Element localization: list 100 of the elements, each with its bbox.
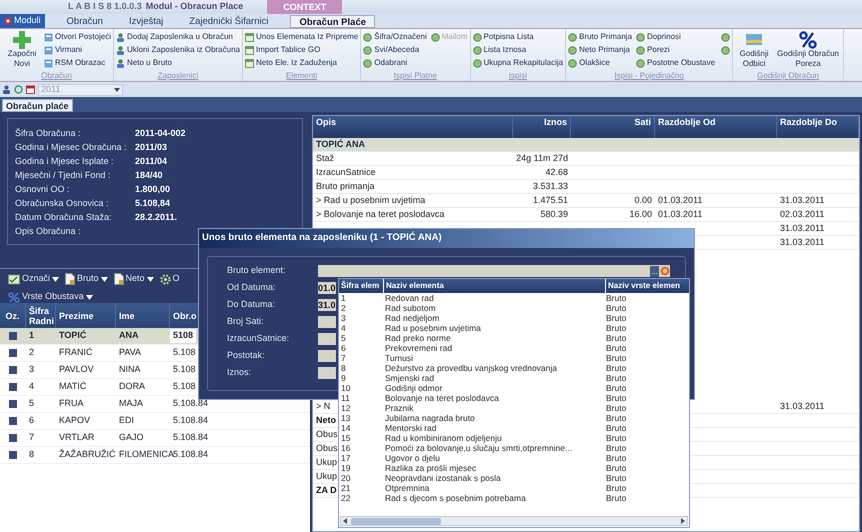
list-row[interactable]: 14 Mentorski rad Bruto (339, 423, 689, 433)
ribbon-button[interactable]: RSM Obrazac (44, 57, 112, 69)
list-row[interactable]: 21 Otpremnina Bruto (339, 483, 689, 493)
toolbar-button[interactable]: Bruto (65, 272, 108, 286)
document-icon (44, 46, 53, 54)
ribbon-button[interactable]: Svi/Abeceda (363, 44, 427, 56)
ribbon-button[interactable]: Dodaj Zaposlenika u Obračun (116, 31, 240, 43)
browse-button[interactable]: ... (650, 266, 659, 276)
menu-tab[interactable]: Obračun Plaće (290, 14, 376, 28)
table-cell-text: FRUA (58, 397, 84, 410)
ribbon-button[interactable]: Porezi (636, 44, 716, 56)
scrollbar[interactable] (340, 516, 688, 526)
group-label: Ispisi (508, 70, 528, 81)
ribbon-button[interactable]: Otvori Postojeći (44, 31, 112, 43)
list-row[interactable]: 9 Smjenski rad Bruto (339, 373, 689, 383)
table-cell-text: 1 (28, 329, 36, 342)
checkbox-icon (9, 400, 17, 408)
list-cell-text: Bruto (605, 343, 628, 353)
list-row[interactable]: 4 Rad u posebnim uvjetima Bruto (339, 323, 689, 333)
list-cell-text: Godišnji odmor (384, 383, 444, 393)
ribbon-button[interactable]: Započni Novi (2, 31, 42, 70)
ribbon-button[interactable]: Bruto Primanja (568, 31, 632, 43)
table-row[interactable]: 8 ŽAŽABRUŽIĆ FILOMENICA5.108.84 (0, 447, 310, 464)
toolbar-button[interactable]: Označi (8, 272, 60, 286)
list-row[interactable]: 11 Bolovanje na teret poslodavca Bruto (339, 393, 689, 403)
toolbar-button[interactable]: O (160, 272, 180, 286)
input-field[interactable]: 31.0 (318, 299, 336, 311)
ribbon-button[interactable]: Neto Primanja (568, 44, 632, 56)
list-row[interactable]: 16 Pomoći za bolovanje,u slučaju smrti,otpremnine... Bruto (339, 443, 689, 453)
ribbon-button[interactable]: Import Tablice GO (244, 44, 358, 56)
table-cell-text: 01.03.2011 (658, 194, 702, 207)
list-row[interactable]: 17 Ugovor o djelu Bruto (339, 453, 689, 463)
list-row[interactable]: 2 Rad subotom Bruto (339, 303, 689, 313)
input-field[interactable] (318, 333, 336, 345)
ribbon-button[interactable]: Neto u Bruto (116, 57, 240, 69)
sphere-icon[interactable] (721, 44, 730, 56)
table-cell-text: Bruto primanja (316, 180, 375, 193)
list-row[interactable]: 12 Praznik Bruto (339, 403, 689, 413)
table-cell-text: PAVLOV (58, 363, 95, 376)
input-field[interactable] (318, 350, 336, 362)
list-row[interactable]: 20 Neopravdani izostanak s posla Bruto (339, 473, 689, 483)
ribbon-button[interactable]: Doprinosi (636, 31, 716, 43)
ribbon-button[interactable]: Virmani (44, 44, 112, 56)
menu-tab[interactable]: Izvještaj (124, 14, 168, 28)
ribbon-button[interactable]: Godišnji Odbici (735, 31, 774, 70)
ribbon-button[interactable]: Postotne Obustave (636, 57, 716, 69)
list-row[interactable]: 22 Rad s djecom s posebnim potrebama Bruto (339, 493, 689, 503)
ribbon-button[interactable]: Ukupna Rekapitulacija (472, 57, 564, 69)
input-field[interactable] (318, 316, 336, 328)
ribbon-button[interactable]: Olakšice (568, 57, 632, 69)
toolbar-button[interactable]: Vrste Obustava (8, 290, 93, 304)
list-cell-text: Bruto (605, 443, 628, 453)
input-field[interactable]: ... (318, 265, 670, 277)
list-row[interactable]: 15 Rad u kombiniranom odjeljenju Bruto (339, 433, 689, 443)
list-cell-text: Razlika za prošli mjesec (384, 463, 478, 473)
ribbon-button[interactable]: Šifra/Označeni (363, 31, 427, 43)
table-cell-text: MAJA (118, 397, 144, 410)
list-cell-text: Bruto (605, 353, 628, 363)
user-icon (2, 85, 11, 94)
list-cell-text: 5 (340, 333, 347, 343)
table-cell-text: MATIĆ (58, 380, 88, 394)
column-header[interactable]: Šifra elem (339, 279, 383, 293)
modules-button[interactable]: Moduli (0, 14, 45, 28)
ribbon-button[interactable]: Godišnji Obračun Poreza (775, 31, 842, 70)
field-label: Od Datuma: (227, 281, 277, 294)
scrollbar-thumb[interactable] (351, 518, 441, 524)
menu-tab[interactable]: Zajednički Šifarnici (185, 14, 272, 28)
list-cell-text: Bruto (605, 493, 628, 503)
table-cell-text: 8 (28, 448, 36, 462)
ribbon-button[interactable]: Odabrani (363, 57, 427, 69)
list-row[interactable]: 19 Razlika za prošli mjesec Bruto (339, 463, 689, 473)
list-row[interactable]: 13 Jubilarna nagrada bruto Bruto (339, 413, 689, 423)
document-tab[interactable]: Obračun plaće (2, 99, 73, 112)
input-field[interactable]: 01.0 (318, 282, 336, 294)
sphere-icon[interactable] (721, 31, 730, 43)
list-row[interactable]: 5 Rad preko norme Bruto (339, 333, 689, 343)
list-row[interactable]: 8 Dežurstvo za provedbu vanjskog vrednovanja Bruto (339, 363, 689, 373)
list-row[interactable]: 10 Godišnji odmor Bruto (339, 383, 689, 393)
sphere-icon (430, 32, 440, 42)
list-row[interactable]: 1 Redovan rad Bruto (339, 293, 689, 303)
ribbon-button[interactable]: Unos Elemenata Iz Pripreme (244, 31, 358, 43)
document-icon (65, 273, 76, 285)
input-field[interactable] (318, 367, 336, 379)
info-label: Mjesečni / Tjedni Fond : (15, 168, 112, 182)
column-header[interactable]: Naziv vrste elemen (606, 279, 689, 293)
info-label: Šifra Obračuna : (15, 126, 82, 140)
ribbon-button[interactable]: Ukloni Zaposlenika iz Obračuna (116, 44, 240, 56)
table-cell: 5108 (170, 329, 196, 343)
ribbon-button[interactable]: Lista Iznosa (472, 44, 564, 56)
list-row[interactable]: 6 Prekovremeni rad Bruto (339, 343, 689, 353)
checkbox-icon (9, 349, 17, 357)
list-row[interactable]: 7 Turnusi Bruto (339, 353, 689, 363)
ribbon-button[interactable]: Neto Ele. Iz Zaduženja (244, 57, 358, 69)
ribbon-button[interactable]: Potpisna Lista (472, 31, 564, 43)
list-row[interactable]: 3 Rad nedjeljom Bruto (339, 313, 689, 323)
menu-tab[interactable]: Obračun (62, 14, 107, 28)
list-cell-text: Bruto (605, 403, 628, 413)
list-cell-text: 21 (340, 483, 352, 493)
column-header[interactable]: Naziv elementa (384, 279, 605, 293)
toolbar-button[interactable]: Neto (114, 272, 154, 286)
